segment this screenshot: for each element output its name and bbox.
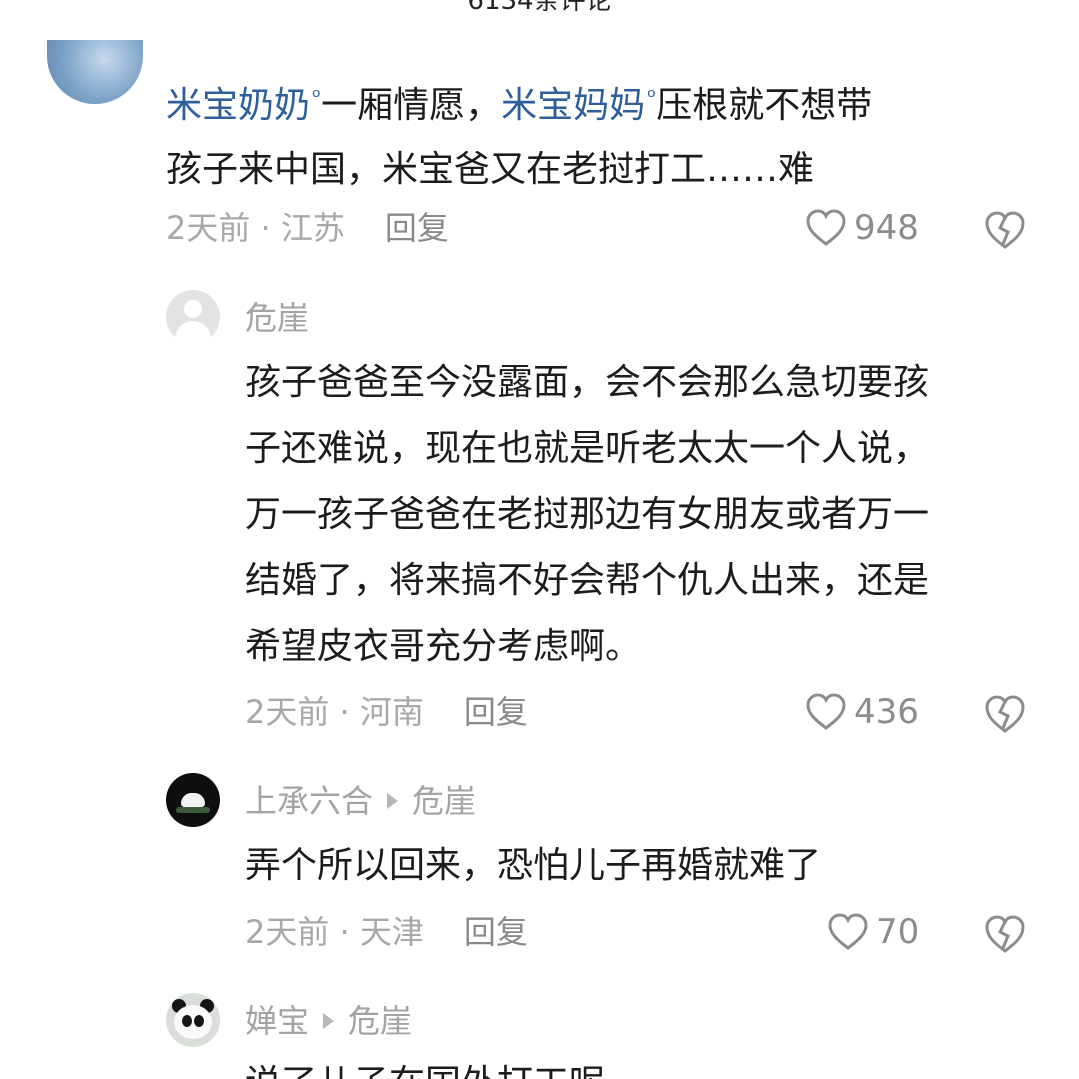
comment-text: 说了儿子在国外打工呢 xyxy=(245,1052,1045,1079)
comment-text: 弄个所以回来，恐怕儿子再婚就难了 xyxy=(245,845,822,886)
comment-time: 2天前 xyxy=(166,209,251,247)
comment-text: 孩子爸爸至今没露面，会不会那么急切要孩 子还难说，现在也就是听老太太一个人说， … xyxy=(245,362,930,667)
comment-location: 江苏 xyxy=(280,209,345,247)
like-button[interactable]: 436 xyxy=(804,690,919,734)
heart-outline-icon xyxy=(828,913,868,950)
comment-meta: 2天前 · 河南 回复 xyxy=(245,693,528,731)
comment-meta: 2天前 · 天津 回复 xyxy=(245,913,528,951)
reply-header: 上承六合 危崖 xyxy=(245,781,476,821)
heart-outline-icon xyxy=(806,209,846,246)
avatar[interactable] xyxy=(47,40,143,104)
comment-meta: 2天前 · 江苏 回复 xyxy=(166,209,449,247)
reply-arrow-icon xyxy=(387,793,399,809)
username[interactable]: 婵宝 xyxy=(245,1002,309,1040)
reply-button[interactable]: 回复 xyxy=(464,913,528,951)
search-icon: ᵒ xyxy=(312,85,322,110)
default-avatar[interactable] xyxy=(166,290,220,344)
search-icon: ᵒ xyxy=(647,85,657,110)
comment-count-title: 6134条评论 xyxy=(467,0,612,16)
comment-time: 2天前 xyxy=(245,913,330,951)
reply-target[interactable]: 危崖 xyxy=(348,1002,412,1040)
comment-location: 天津 xyxy=(359,913,424,951)
username[interactable]: 上承六合 xyxy=(245,782,373,820)
reply-header: 婵宝 危崖 xyxy=(245,1001,412,1041)
broken-heart-icon[interactable] xyxy=(983,912,1027,956)
broken-heart-icon[interactable] xyxy=(983,208,1027,252)
reply-button[interactable]: 回复 xyxy=(385,209,449,247)
comment-location: 河南 xyxy=(359,693,424,731)
broken-heart-icon[interactable] xyxy=(983,692,1027,736)
heart-outline-icon xyxy=(806,693,846,730)
reply-button[interactable]: 回复 xyxy=(464,693,528,731)
user-mention[interactable]: 米宝妈妈ᵒ xyxy=(501,85,656,126)
reply-arrow-icon xyxy=(323,1013,335,1029)
user-mention[interactable]: 米宝奶奶ᵒ xyxy=(166,85,321,126)
like-button[interactable]: 70 xyxy=(826,910,919,954)
avatar[interactable] xyxy=(166,993,220,1047)
avatar[interactable] xyxy=(166,773,220,827)
like-count: 70 xyxy=(876,912,920,952)
like-button[interactable]: 948 xyxy=(804,206,919,250)
comment-text: 米宝奶奶ᵒ一厢情愿，米宝妈妈ᵒ压根就不想带 孩子来中国，米宝爸又在老挝打工……难 xyxy=(166,85,873,190)
like-count: 948 xyxy=(854,208,919,248)
username[interactable]: 危崖 xyxy=(245,298,309,338)
reply-target[interactable]: 危崖 xyxy=(412,782,476,820)
comment-time: 2天前 xyxy=(245,693,330,731)
like-count: 436 xyxy=(854,692,919,732)
